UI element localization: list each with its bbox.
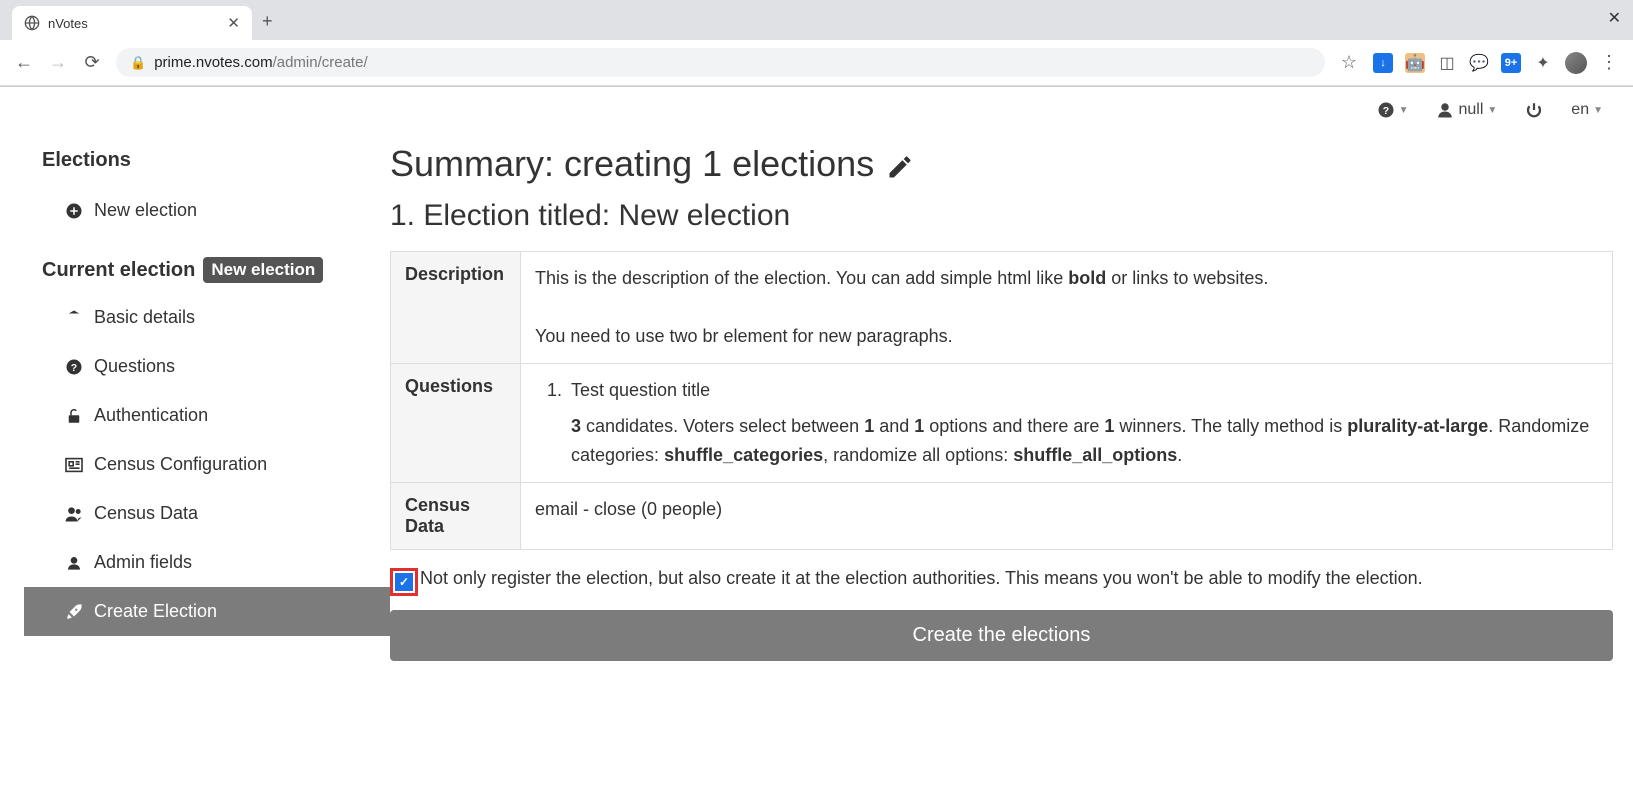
sidebar: Elections New election Current election … [0,133,390,701]
tab-bar: nVotes ✕ + [0,0,1633,40]
language-menu[interactable]: en ▼ [1571,101,1603,119]
sidebar-current-election: Current election New election [42,257,390,283]
sidebar-item-label: Create Election [94,601,217,622]
label-description: Description [391,252,521,363]
sidebar-item-census-config[interactable]: Census Configuration [24,440,390,489]
download-extension-icon[interactable]: ↓ [1373,53,1393,73]
table-row: Census Data email - close (0 people) [391,483,1613,550]
building-icon [64,307,84,328]
main-content: Summary: creating 1 elections 1. Electio… [390,133,1633,701]
user-icon [64,552,84,573]
user-menu[interactable]: null ▼ [1436,101,1497,119]
url-host: prime.nvotes.com [154,54,272,71]
extension-icon-2[interactable]: 🤖 [1405,53,1425,73]
election-heading: 1. Election titled: New election [390,199,1613,233]
tab-close-icon[interactable]: ✕ [227,14,240,32]
question-detail: 3 candidates. Voters select between 1 an… [571,412,1598,470]
plus-circle-icon [64,200,84,221]
globe-icon [24,15,40,32]
edit-pencil-icon[interactable] [886,143,914,185]
question-item: Test question title 3 candidates. Voters… [567,376,1598,470]
forward-button[interactable]: → [48,52,68,73]
label-questions: Questions [391,363,521,482]
table-row: Description This is the description of t… [391,252,1613,363]
current-election-badge: New election [203,257,323,283]
value-questions: Test question title 3 candidates. Voters… [521,363,1613,482]
sidebar-item-new-election[interactable]: New election [24,186,390,235]
extension-icon-3[interactable]: ◫ [1437,53,1457,73]
register-create-checkbox[interactable]: ✓ [395,573,413,591]
sidebar-heading-current: Current election [42,259,195,282]
sidebar-item-census-data[interactable]: Census Data [24,489,390,538]
sidebar-item-questions[interactable]: ? Questions [24,342,390,391]
browser-menu-icon[interactable]: ⋮ [1599,52,1619,73]
users-icon [64,503,84,524]
extension-icons: ↓ 🤖 ◫ 💬 9+ ✦ ⋮ [1373,52,1619,74]
back-button[interactable]: ← [14,52,34,73]
help-icon: ? [1377,101,1395,119]
sidebar-item-authentication[interactable]: Authentication [24,391,390,440]
url-path: /admin/create/ [273,54,368,71]
caret-down-icon: ▼ [1593,105,1603,116]
url-input[interactable]: 🔒 prime.nvotes.com/admin/create/ [116,48,1325,77]
newspaper-icon [64,454,84,475]
main-layout: Elections New election Current election … [0,133,1633,701]
language-label: en [1571,101,1589,119]
extensions-puzzle-icon[interactable]: ✦ [1533,53,1553,73]
tab-title: nVotes [48,16,88,31]
sidebar-item-create-election[interactable]: Create Election [24,587,390,636]
sidebar-item-label: Basic details [94,307,195,328]
user-label: null [1458,101,1483,119]
sidebar-item-label: Questions [94,356,175,377]
power-icon [1525,101,1543,119]
checkbox-label: Not only register the election, but also… [420,568,1423,589]
sidebar-item-admin-fields[interactable]: Admin fields [24,538,390,587]
register-create-checkbox-row: ✓ Not only register the election, but al… [390,568,1613,596]
caret-down-icon: ▼ [1487,105,1497,116]
page-title: Summary: creating 1 elections [390,143,1613,185]
lock-icon: 🔒 [130,55,146,71]
page-scroll[interactable]: ? ▼ null ▼ en ▼ Elections New election C… [0,87,1633,796]
bookmark-star-icon[interactable]: ☆ [1339,52,1359,73]
address-bar: ← → ⟳ 🔒 prime.nvotes.com/admin/create/ ☆… [0,40,1633,86]
svg-text:?: ? [71,362,77,374]
power-button[interactable] [1525,101,1543,119]
table-row: Questions Test question title 3 candidat… [391,363,1613,482]
rocket-icon [64,601,84,622]
browser-tab[interactable]: nVotes ✕ [12,6,252,40]
label-census: Census Data [391,483,521,550]
sidebar-item-label: Admin fields [94,552,192,573]
unlock-icon [64,405,84,426]
user-icon [1436,101,1454,119]
sidebar-item-label: Census Configuration [94,454,267,475]
sidebar-heading-elections: Elections [42,149,390,172]
checkbox-highlight: ✓ [390,568,418,596]
value-census: email - close (0 people) [521,483,1613,550]
svg-text:?: ? [1382,105,1388,117]
extension-icon-5[interactable]: 9+ [1501,53,1521,73]
help-menu[interactable]: ? ▼ [1377,101,1409,119]
value-description: This is the description of the election.… [521,252,1613,363]
sidebar-item-basic-details[interactable]: Basic details [24,293,390,342]
window-close-icon[interactable]: ✕ [1608,8,1621,28]
sidebar-item-label: Census Data [94,503,198,524]
chat-extension-icon[interactable]: 💬 [1469,53,1489,73]
sidebar-item-label: Authentication [94,405,208,426]
sidebar-item-label: New election [94,200,197,221]
new-tab-button[interactable]: + [252,3,283,40]
create-elections-button[interactable]: Create the elections [390,610,1613,661]
question-icon: ? [64,356,84,377]
summary-table: Description This is the description of t… [390,251,1613,550]
app-topbar: ? ▼ null ▼ en ▼ [0,87,1633,133]
page-viewport: ? ▼ null ▼ en ▼ Elections New election C… [0,87,1633,796]
browser-chrome: ✕ nVotes ✕ + ← → ⟳ 🔒 prime.nvotes.com/ad… [0,0,1633,87]
caret-down-icon: ▼ [1399,105,1409,116]
reload-button[interactable]: ⟳ [82,52,102,73]
profile-avatar[interactable] [1565,52,1587,74]
